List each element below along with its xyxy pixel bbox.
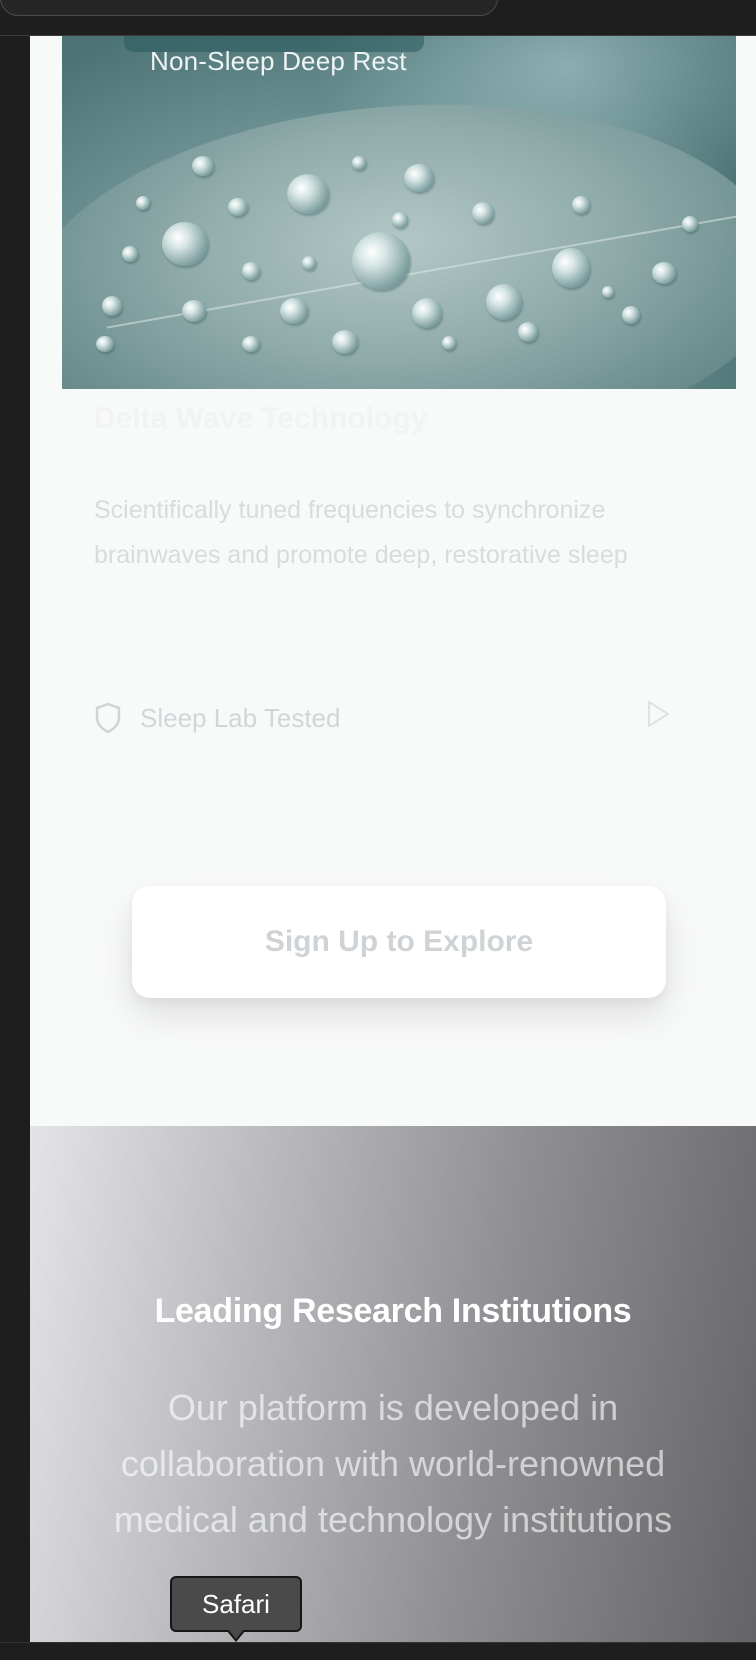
shield-icon xyxy=(95,702,121,734)
badge-label: Sleep Lab Tested xyxy=(140,702,341,733)
card-description: Scientifically tuned frequencies to sync… xyxy=(94,496,628,569)
page-viewport[interactable]: Non-Sleep Deep Rest Delta Wave Technolog… xyxy=(30,36,756,1642)
dock-tooltip: Safari xyxy=(170,1576,302,1632)
play-icon[interactable] xyxy=(644,698,672,730)
dock-bar xyxy=(0,1642,756,1660)
image-label: Non-Sleep Deep Rest xyxy=(150,46,407,76)
research-description: Our platform is developed in collaborati… xyxy=(113,1387,673,1540)
browser-top-bar xyxy=(0,0,756,36)
research-title: Leading Research Institutions xyxy=(154,1292,632,1330)
card-hero-image: Non-Sleep Deep Rest xyxy=(62,36,736,389)
badge-row: Sleep Lab Tested xyxy=(94,698,654,738)
research-section: Leading Research Institutions Our platfo… xyxy=(30,1126,756,1642)
card-title: Delta Wave Technology xyxy=(94,402,428,435)
sign-up-button[interactable]: Sign Up to Explore xyxy=(132,886,666,998)
address-bar[interactable] xyxy=(0,0,498,16)
window-left-edge xyxy=(0,36,30,1642)
